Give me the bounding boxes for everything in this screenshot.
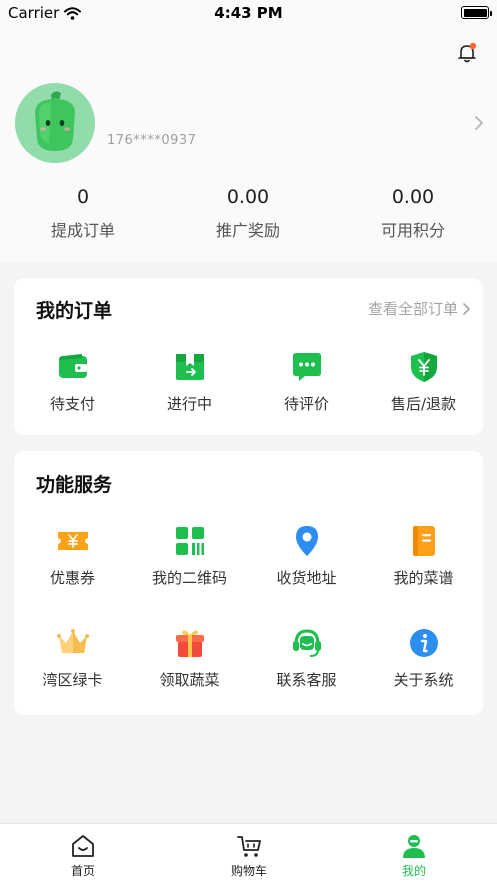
stat-value: 0: [76, 186, 90, 208]
service-bay-area-green-card[interactable]: 湾区绿卡: [14, 626, 131, 690]
item-label: 售后/退款: [390, 395, 457, 413]
profile-header: Carrier 4:43 PM 176****0937 0 提成订单 0.00 …: [0, 0, 497, 262]
order-to-review[interactable]: 待评价: [248, 350, 365, 414]
wallet-icon: [58, 354, 87, 378]
item-label: 优惠券: [49, 569, 95, 587]
service-claim-vegetables[interactable]: 领取蔬菜: [131, 626, 248, 690]
qrcode-icon: [175, 527, 204, 555]
service-contact-support[interactable]: 联系客服: [248, 626, 365, 690]
stat-value: 0.00: [226, 186, 270, 208]
tab-cart[interactable]: 购物车: [166, 832, 332, 879]
stat-label: 提成订单: [50, 221, 115, 240]
yen-shield-icon: [410, 352, 437, 382]
service-my-recipes[interactable]: 我的菜谱: [365, 524, 482, 588]
order-pending-payment[interactable]: 待支付: [14, 350, 131, 414]
gift-icon: [175, 630, 204, 657]
item-label: 关于系统: [393, 671, 454, 689]
tab-label: 我的: [401, 864, 426, 878]
home-icon: [72, 835, 94, 857]
my-orders-card: 我的订单 查看全部订单 待支付 进行中 待评价 售后/退款: [14, 278, 483, 435]
headset-icon: [292, 629, 321, 657]
status-time: 4:43 PM: [214, 4, 283, 22]
item-label: 领取蔬菜: [159, 671, 220, 689]
order-after-sales[interactable]: 售后/退款: [365, 350, 482, 414]
chevron-right-icon: [463, 302, 470, 315]
stat-commission-orders[interactable]: 0 提成订单: [3, 185, 163, 241]
services-card: 功能服务 优惠券 我的二维码 收货地址 我的菜谱 湾区绿卡 领取蔬菜 联系客服 …: [14, 451, 483, 715]
tab-label: 首页: [70, 864, 95, 878]
phone-number: 176****0937: [107, 133, 197, 148]
crown-icon: [56, 629, 89, 653]
package-icon: [175, 354, 204, 380]
service-my-qrcode[interactable]: 我的二维码: [131, 524, 248, 588]
cart-icon: [237, 836, 261, 857]
stat-promotion-rewards[interactable]: 0.00 推广奖励: [168, 185, 328, 241]
stat-label: 可用积分: [380, 221, 445, 240]
service-about-system[interactable]: 关于系统: [365, 626, 482, 690]
info-icon: [409, 629, 438, 657]
item-label: 湾区绿卡: [42, 671, 103, 689]
chat-icon: [292, 353, 321, 381]
stat-label: 推广奖励: [215, 221, 280, 240]
view-all-label: 查看全部订单: [367, 300, 458, 318]
card-title: 我的订单: [36, 300, 113, 322]
item-label: 我的菜谱: [393, 569, 454, 587]
chevron-right-icon[interactable]: [472, 113, 486, 133]
user-icon: [403, 835, 425, 858]
pepper-mascot-icon: [15, 83, 95, 163]
tab-mine[interactable]: 我的: [331, 832, 497, 879]
status-bar: Carrier 4:43 PM: [0, 0, 497, 26]
service-shipping-address[interactable]: 收货地址: [248, 524, 365, 588]
item-label: 我的二维码: [151, 569, 227, 587]
item-label: 进行中: [166, 395, 212, 413]
order-in-progress[interactable]: 进行中: [131, 350, 248, 414]
item-label: 联系客服: [276, 671, 337, 689]
stat-available-points[interactable]: 0.00 可用积分: [333, 185, 493, 241]
card-title: 功能服务: [36, 474, 113, 496]
notification-bell-icon[interactable]: [456, 42, 478, 64]
item-label: 收货地址: [276, 569, 337, 587]
bottom-tab-bar: 首页 购物车 我的: [0, 823, 497, 883]
tab-label: 购物车: [230, 864, 267, 878]
view-all-orders-link[interactable]: 查看全部订单: [368, 298, 471, 319]
location-pin-icon: [295, 526, 318, 556]
battery-icon: [461, 6, 492, 19]
stat-value: 0.00: [391, 186, 435, 208]
recipe-book-icon: [412, 526, 435, 556]
avatar[interactable]: [15, 83, 95, 163]
tab-home[interactable]: 首页: [0, 832, 166, 879]
item-label: 待评价: [283, 395, 329, 413]
item-label: 待支付: [49, 395, 95, 413]
coupon-icon: [57, 532, 88, 550]
service-coupons[interactable]: 优惠券: [14, 524, 131, 588]
